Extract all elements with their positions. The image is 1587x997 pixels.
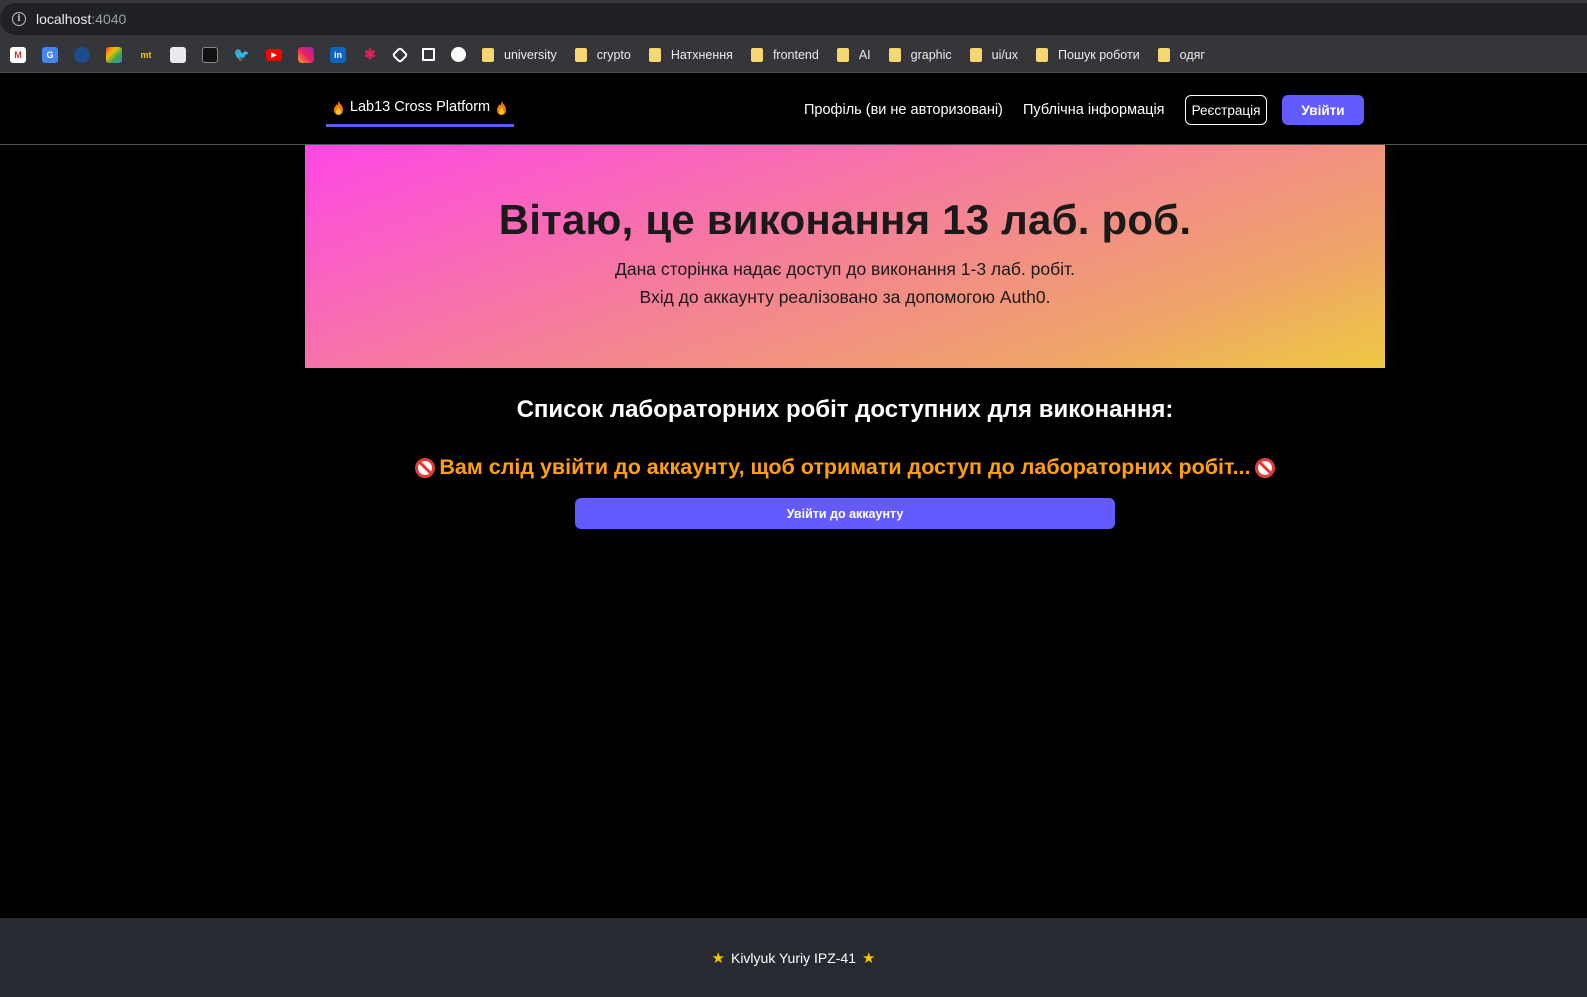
twitter-icon[interactable]: 🐦 [234,47,250,63]
info-icon[interactable]: i [12,12,26,26]
bookmark-folder-crypto[interactable]: crypto [574,47,631,62]
flame-icon [497,101,507,115]
browser-address-bar: i localhost:4040 [0,0,1587,37]
slack-icon[interactable]: ✱ [362,46,378,63]
brand-link[interactable]: Lab13 Cross Platform [326,99,514,127]
folder-icon [648,47,661,62]
login-to-account-button[interactable]: Увійти до аккаунту [575,498,1115,529]
photos-icon[interactable] [106,46,122,63]
brand-title: Lab13 Cross Platform [349,99,491,115]
instagram-icon[interactable] [298,46,314,63]
labs-section-title: Список лабораторних робіт доступних для … [516,396,1174,423]
hero-banner: Вітаю, це виконання 13 лаб. роб. Дана ст… [305,145,1385,368]
url-port: :4040 [91,11,127,27]
flame-icon [333,101,343,115]
gmail-icon[interactable]: M [10,46,26,63]
folder-icon [836,47,849,62]
prohibited-icon [1254,457,1275,478]
auth-warning: Вам слід увійти до аккаунту, щоб отримат… [0,455,1587,480]
hero-title: Вітаю, це виконання 13 лаб. роб. [498,196,1192,243]
register-button[interactable]: Реєстрація [1185,95,1267,125]
bookmark-folder-university[interactable]: university [482,47,557,62]
bookmark-folder-clothes[interactable]: одяг [1157,47,1205,62]
hero-subtitle-2: Вхід до аккаунту реалізовано за допомого… [639,287,1051,307]
linkedin-icon[interactable]: in [330,46,346,63]
mt-icon[interactable]: mt [138,47,154,63]
codepen-icon[interactable] [391,46,409,63]
youtube-icon[interactable]: ▶ [266,48,282,61]
terminal-icon[interactable] [202,46,218,63]
prohibited-icon [415,457,436,478]
folder-icon [1157,47,1170,62]
omnibox[interactable]: i localhost:4040 [0,3,1587,35]
folder-icon [750,47,763,62]
footer-text: Kivlyuk Yuriy IPZ-41 [730,949,856,966]
google-translate-icon[interactable]: G [42,46,58,63]
bookmark-folder-uiux[interactable]: ui/ux [969,47,1018,62]
app-navbar: Lab13 Cross Platform Профіль (ви не авто… [0,73,1587,145]
folder-icon [1036,47,1049,62]
folder-icon [888,47,901,62]
doc-icon[interactable] [170,46,186,63]
login-button[interactable]: Увійти [1282,95,1364,125]
github-icon[interactable] [451,47,466,62]
bookmark-folder-ai[interactable]: AI [836,47,871,62]
bookmarks-bar: M G mt 🐦 ▶ in ✱ university crypto Натхне… [0,37,1587,73]
star-icon: ★ [711,949,725,967]
folder-icon [969,47,982,62]
folder-icon [482,47,494,62]
hero-subtitle-1: Дана сторінка надає доступ до виконання … [615,259,1075,279]
bookmark-folder-graphic[interactable]: graphic [888,47,952,62]
square-icon[interactable] [422,48,435,61]
profile-link[interactable]: Профіль (ви не авторизовані) [804,102,1003,118]
star-icon: ★ [862,949,876,967]
folder-icon [574,47,587,62]
footer: ★ Kivlyuk Yuriy IPZ-41 ★ [0,918,1587,997]
auth-warning-text: Вам слід увійти до аккаунту, щоб отримат… [439,455,1251,479]
public-info-link[interactable]: Публічна інформація [1023,102,1165,118]
cube-icon[interactable] [74,46,90,63]
bookmark-folder-job-search[interactable]: Пошук роботи [1036,47,1140,62]
url-host: localhost [36,11,92,27]
bookmark-folder-inspiration[interactable]: Натхнення [648,47,733,62]
bookmark-folder-frontend[interactable]: frontend [750,47,819,62]
